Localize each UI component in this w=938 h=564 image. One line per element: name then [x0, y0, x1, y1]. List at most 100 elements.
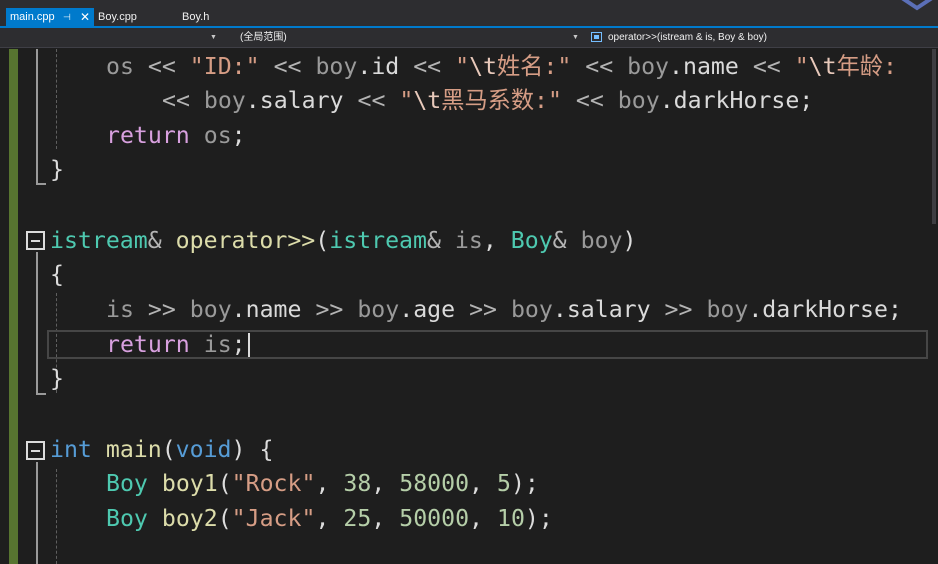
code-token: "Rock"	[231, 470, 316, 497]
code-token: >>	[147, 296, 176, 323]
code-token: <<	[273, 53, 302, 80]
code-line[interactable]: }	[50, 364, 64, 394]
code-token: boy1	[161, 470, 218, 497]
outline-line-end	[36, 183, 46, 185]
code-token: <<	[752, 53, 781, 80]
code-editor[interactable]: os << "ID:" << boy.id << "\t姓名:" << boy.…	[0, 49, 938, 564]
tab-label: main.cpp	[10, 11, 55, 23]
code-token: int	[50, 436, 92, 463]
code-token: operator>>	[175, 227, 316, 254]
change-tracking-bar	[9, 49, 18, 564]
scrollbar-thumb[interactable]	[932, 49, 936, 224]
code-line[interactable]: os << "ID:" << boy.id << "\t姓名:" << boy.…	[50, 52, 897, 82]
code-token: .	[552, 296, 567, 323]
outline-line	[36, 252, 38, 395]
tab-main-cpp[interactable]: main.cpp ⊣ ✕	[6, 8, 94, 27]
code-token: 38	[343, 470, 372, 497]
code-token: 姓名:"	[496, 53, 572, 80]
code-token: &	[147, 227, 162, 254]
collapse-icon[interactable]	[26, 441, 45, 460]
code-token: istream	[50, 227, 148, 254]
code-token: age	[413, 296, 456, 323]
code-line[interactable]: {	[50, 260, 64, 290]
code-token: boy	[189, 296, 232, 323]
tab-boy-cpp[interactable]: Boy.cpp	[98, 8, 137, 27]
code-token: ;	[887, 296, 902, 323]
code-token: boy	[203, 87, 246, 114]
collapse-icon[interactable]	[26, 231, 45, 250]
code-line[interactable]: return is;	[50, 330, 246, 360]
code-token: .	[357, 53, 372, 80]
code-token: ;	[231, 122, 246, 149]
chevron-down-icon: ▼	[572, 34, 579, 41]
code-line[interactable]: int main(void) {	[50, 435, 273, 465]
code-token: os	[106, 53, 134, 80]
code-token: \t	[808, 53, 837, 80]
code-token: {	[50, 261, 64, 288]
code-token: ,	[315, 505, 330, 532]
code-token: is	[106, 296, 134, 323]
visual-studio-logo-icon	[901, 0, 933, 11]
code-token: os	[203, 122, 232, 149]
code-token: darkHorse	[673, 87, 800, 114]
code-token: boy	[357, 296, 400, 323]
code-token: \t	[469, 53, 497, 80]
code-token: salary	[259, 87, 344, 114]
code-token: istream	[329, 227, 427, 254]
code-token: .	[245, 87, 260, 114]
code-token: name	[245, 296, 302, 323]
code-token: boy	[627, 53, 670, 80]
code-token: <<	[585, 53, 614, 80]
code-line[interactable]: return os;	[50, 121, 246, 151]
code-token: salary	[566, 296, 651, 323]
code-token: name	[683, 53, 739, 80]
code-line[interactable]: Boy boy1("Rock", 38, 58000, 5);	[50, 469, 539, 499]
code-token: 50000	[399, 505, 470, 532]
outline-line-end	[36, 393, 46, 395]
text-caret	[248, 333, 250, 357]
code-line[interactable]: }	[50, 155, 64, 185]
vertical-scrollbar[interactable]	[928, 49, 938, 564]
code-token: return	[106, 331, 190, 358]
code-line[interactable]: Boy boy2("Jack", 25, 50000, 10);	[50, 504, 553, 534]
code-token: {	[259, 436, 274, 463]
code-token: ;	[524, 470, 539, 497]
code-token: "	[794, 53, 809, 80]
code-line[interactable]: istream& operator>>(istream& is, Boy& bo…	[50, 226, 636, 256]
code-token: boy2	[161, 505, 218, 532]
code-token: return	[106, 122, 190, 149]
code-token: >>	[664, 296, 693, 323]
pin-icon[interactable]: ⊣	[63, 8, 71, 27]
code-token: >>	[469, 296, 497, 323]
document-tab-strip: main.cpp ⊣ ✕ Boy.cpp Boy.h	[0, 0, 938, 27]
code-token: is	[454, 227, 483, 254]
scope-dropdown[interactable]: (全局范围) ▼	[230, 29, 585, 46]
close-icon[interactable]: ✕	[80, 8, 90, 27]
project-dropdown[interactable]: ▼	[10, 29, 220, 46]
code-token: ,	[482, 227, 497, 254]
code-token: ,	[469, 505, 484, 532]
code-token: (	[217, 470, 232, 497]
code-token: &	[552, 227, 567, 254]
code-token: boy	[510, 296, 553, 323]
code-token: ;	[799, 87, 814, 114]
code-token: .	[748, 296, 763, 323]
code-token: (	[217, 505, 232, 532]
member-dropdown[interactable]: operator>>(istream & is, Boy & boy)	[588, 29, 936, 46]
code-token: .	[399, 296, 414, 323]
code-token: ;	[538, 505, 553, 532]
code-token: Boy	[106, 470, 148, 497]
code-token: <<	[147, 53, 176, 80]
code-token: .	[659, 87, 674, 114]
code-line[interactable]: << boy.salary << "\t黑马系数:" << boy.darkHo…	[50, 86, 813, 116]
code-token: "	[455, 53, 470, 80]
code-token: <<	[357, 87, 386, 114]
code-token: id	[371, 53, 400, 80]
code-token: ,	[315, 470, 330, 497]
code-token: "ID:"	[189, 53, 260, 80]
tab-boy-h[interactable]: Boy.h	[182, 8, 209, 27]
code-token: &	[426, 227, 441, 254]
code-token: 10	[496, 505, 525, 532]
code-line[interactable]: is >> boy.name >> boy.age >> boy.salary …	[50, 295, 902, 325]
code-token: boy	[617, 87, 660, 114]
